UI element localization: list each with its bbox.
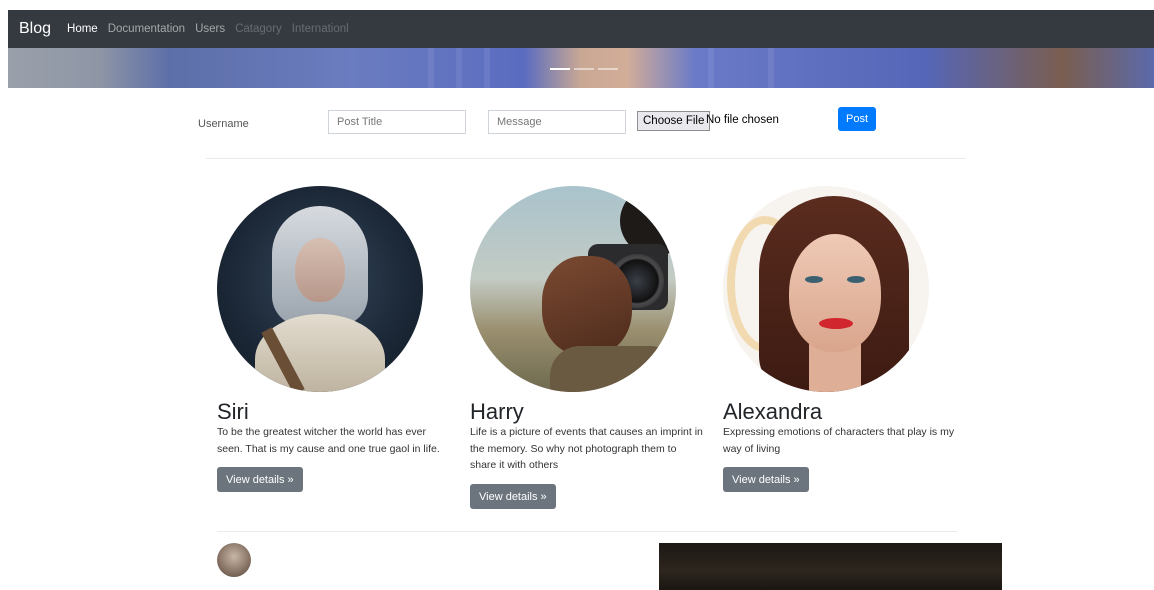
- view-details-button[interactable]: View details »: [470, 484, 556, 509]
- nav-link-catagory: Catagory: [235, 23, 282, 35]
- file-status-text: No file chosen: [706, 114, 779, 126]
- feature-card-alexandra: Alexandra Expressing emotions of charact…: [723, 186, 963, 492]
- navbar-brand[interactable]: Blog: [19, 20, 51, 38]
- post-author-avatar: [217, 543, 251, 577]
- feature-card-siri: Siri To be the greatest witcher the worl…: [217, 186, 457, 492]
- featured-image: [659, 543, 1002, 590]
- feature-heading: Siri: [217, 399, 249, 424]
- feature-text: Life is a picture of events that causes …: [470, 426, 703, 471]
- view-details-button[interactable]: View details »: [217, 467, 303, 492]
- carousel-banner[interactable]: [8, 48, 1154, 88]
- banner-texture: [456, 48, 462, 88]
- view-details-button[interactable]: View details »: [723, 467, 809, 492]
- banner-texture: [428, 48, 434, 88]
- post-button[interactable]: Post: [838, 107, 876, 131]
- siri-avatar: [217, 186, 423, 392]
- message-input[interactable]: Message: [488, 110, 626, 134]
- carousel-indicator-3[interactable]: [598, 68, 618, 70]
- carousel-indicator-2[interactable]: [574, 68, 594, 70]
- feature-text: Expressing emotions of characters that p…: [723, 426, 955, 455]
- alexandra-avatar: [723, 186, 929, 392]
- feature-text: To be the greatest witcher the world has…: [217, 426, 440, 455]
- nav-link-users[interactable]: Users: [195, 23, 225, 35]
- navbar: Blog Home Documentation Users Catagory I…: [8, 10, 1154, 48]
- feature-heading: Harry: [470, 399, 524, 424]
- nav-link-home[interactable]: Home: [67, 23, 98, 35]
- harry-avatar: [470, 186, 676, 392]
- nav-link-documentation[interactable]: Documentation: [108, 23, 185, 35]
- banner-texture: [484, 48, 490, 88]
- nav-link-internationl: Internationl: [291, 23, 349, 35]
- username-label: Username: [198, 118, 249, 130]
- post-title-input[interactable]: Post Title: [328, 110, 466, 134]
- feature-card-harry: Harry Life is a picture of events that c…: [470, 186, 710, 509]
- divider: [206, 158, 966, 159]
- carousel-indicator-1[interactable]: [550, 68, 570, 70]
- page: Blog Home Documentation Users Catagory I…: [8, 10, 1154, 590]
- divider: [217, 531, 957, 532]
- feature-heading: Alexandra: [723, 399, 823, 424]
- banner-texture: [708, 48, 714, 88]
- carousel-indicators: [550, 68, 618, 70]
- banner-texture: [768, 48, 774, 88]
- choose-file-button[interactable]: Choose File: [637, 111, 711, 131]
